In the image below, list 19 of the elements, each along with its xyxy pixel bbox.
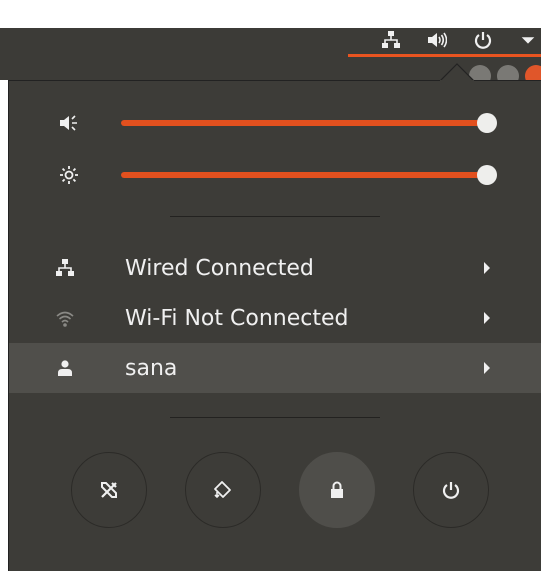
slider-thumb[interactable] xyxy=(477,165,497,185)
speaker-icon xyxy=(427,30,447,50)
submenu-arrow-icon xyxy=(483,362,491,374)
power-icon xyxy=(441,480,461,500)
rotation-icon xyxy=(213,480,233,500)
network-icon xyxy=(55,258,75,278)
submenu-arrow-icon xyxy=(483,262,491,274)
wrench-screwdriver-icon xyxy=(99,480,119,500)
power-icon xyxy=(473,30,493,50)
settings-button[interactable] xyxy=(71,452,147,528)
slider-thumb[interactable] xyxy=(477,113,497,133)
menu-item[interactable]: Wi-Fi Not Connected xyxy=(9,293,541,343)
network-icon xyxy=(381,30,401,50)
speaker-icon xyxy=(59,113,79,133)
user-icon xyxy=(55,358,75,378)
submenu-arrow-icon xyxy=(483,312,491,324)
menu-item[interactable]: sana xyxy=(9,343,541,393)
menu-item[interactable]: Wired Connected xyxy=(9,243,541,293)
sun-icon xyxy=(59,165,79,185)
